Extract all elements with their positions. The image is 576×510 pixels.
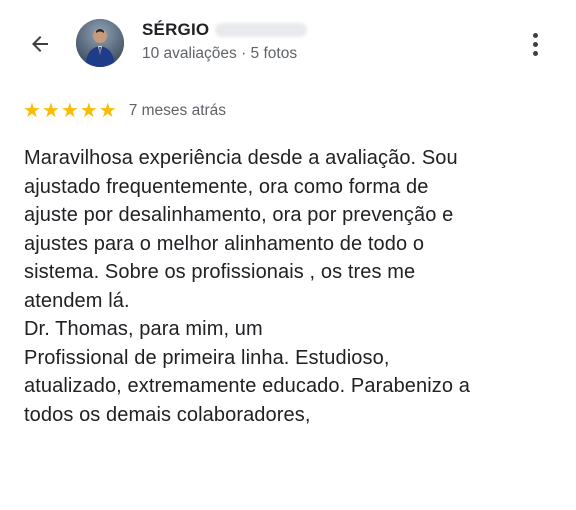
redacted-surname [215, 23, 308, 37]
more-vert-icon [532, 32, 538, 38]
avatar[interactable] [76, 19, 124, 67]
star-icon: ★ [98, 100, 117, 122]
star-icon: ★ [23, 100, 41, 122]
more-options-button[interactable] [524, 28, 546, 60]
back-button[interactable] [24, 28, 56, 60]
reviewer-stats: 10 avaliações · 5 fotos [142, 45, 298, 62]
star-icon: ★ [79, 100, 98, 122]
review-time: 7 meses atrás [128, 102, 227, 119]
arrow-back-icon [32, 36, 48, 52]
review-text: Maravilhosa experiência desde a avaliaçã… [24, 147, 470, 426]
reviewer-name-row[interactable]: SÉRGIO [142, 20, 308, 40]
star-icon: ★ [41, 100, 60, 122]
rating-row: ★ ★ ★ ★ ★ 7 meses atrás [23, 101, 226, 121]
reviewer-name[interactable]: SÉRGIO [142, 20, 209, 40]
avatar-image [76, 19, 124, 67]
star-rating: ★ ★ ★ ★ ★ [23, 101, 117, 121]
star-icon: ★ [60, 100, 79, 122]
